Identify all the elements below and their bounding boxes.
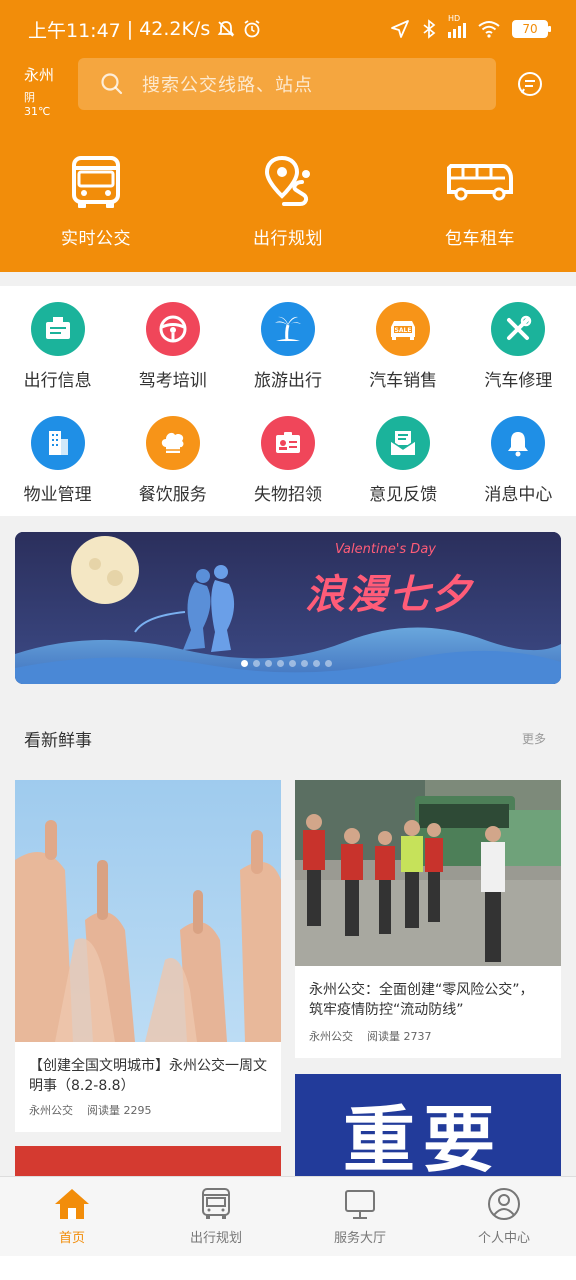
- car-sale-icon: SALE: [376, 302, 431, 356]
- news-card[interactable]: [15, 1146, 281, 1176]
- service-grid: 出行信息 驾考培训 旅游出行 SALE 汽车销售 汽车修理 物业管理 餐饮服务: [0, 286, 576, 516]
- news-title: 永州公交：全面创建“零风险公交”，筑牢疫情防控“流动防线”: [309, 982, 534, 1018]
- route-pin-icon: [264, 155, 310, 206]
- bus-front-icon: [202, 1188, 230, 1219]
- service-tourism[interactable]: 旅游出行: [230, 302, 345, 416]
- news-read-count: 阅读量 2295: [87, 1104, 152, 1117]
- user-icon: [488, 1188, 520, 1220]
- wifi-icon: [478, 21, 500, 38]
- pagination-dot[interactable]: [301, 660, 308, 667]
- city-name: 永州: [24, 66, 55, 84]
- nav-label: 个人中心: [477, 1231, 530, 1246]
- battery-indicator: 70: [512, 20, 551, 38]
- service-car-repair[interactable]: 汽车修理: [461, 302, 576, 416]
- city-weather[interactable]: 永州 阴 31℃: [24, 64, 64, 118]
- bus-icon: [72, 156, 120, 208]
- service-label: 旅游出行: [253, 371, 322, 391]
- bell-icon: [491, 416, 546, 470]
- info-board-icon: [30, 302, 85, 356]
- status-bar: 上午11:47 | 42.2K/s HD 70: [28, 12, 551, 46]
- service-lost-and-found[interactable]: 失物招领: [230, 416, 345, 530]
- chef-hat-icon: [145, 416, 200, 470]
- pagination-dot[interactable]: [253, 660, 260, 667]
- nav-tab-service-hall[interactable]: 服务大厅: [288, 1177, 432, 1256]
- news-more-link[interactable]: 更多: [522, 730, 546, 747]
- building-icon: [30, 416, 85, 470]
- svg-text:SALE: SALE: [395, 327, 412, 334]
- quick-action-realtime-bus[interactable]: 实时公交: [0, 152, 192, 249]
- service-label: 意见反馈: [369, 485, 438, 505]
- feedback-mail-icon: [376, 416, 431, 470]
- service-label: 物业管理: [23, 485, 92, 505]
- pagination-dot[interactable]: [289, 660, 296, 667]
- status-time: 上午11:47: [28, 19, 121, 42]
- quick-action-label: 实时公交: [61, 229, 131, 249]
- service-catering[interactable]: 餐饮服务: [115, 416, 230, 530]
- service-label: 消息中心: [484, 485, 553, 505]
- palm-tree-icon: [260, 302, 315, 356]
- service-travel-info[interactable]: 出行信息: [0, 302, 115, 416]
- coach-icon: [447, 164, 513, 201]
- nav-label: 出行规划: [189, 1231, 242, 1246]
- alarm-icon: [244, 20, 260, 38]
- banner-pagination: [241, 660, 332, 667]
- bell-muted-icon: [217, 21, 235, 37]
- news-card[interactable]: 【创建全国文明城市】永州公交一周文明事（8.2-8.8） 永州公交 阅读量 22…: [15, 780, 281, 1132]
- location-arrow-icon: [391, 20, 409, 38]
- news-card[interactable]: 重要: [295, 1074, 561, 1176]
- news-card[interactable]: 永州公交：全面创建“零风险公交”，筑牢疫情防控“流动防线” 永州公交 阅读量 2…: [295, 780, 561, 1058]
- steering-wheel-icon: [145, 302, 200, 356]
- bottom-nav: 首页 出行规划 服务大厅 个人中心: [0, 1176, 576, 1256]
- news-section-title: 看新鲜事: [24, 731, 92, 751]
- quick-action-charter[interactable]: 包车租车: [384, 152, 576, 249]
- pagination-dot[interactable]: [277, 660, 284, 667]
- quick-action-label: 出行规划: [253, 229, 323, 249]
- system-gesture-bar: [0, 1256, 576, 1280]
- search-input[interactable]: 搜索公交线路、站点: [78, 58, 496, 110]
- repair-tools-icon: [491, 302, 546, 356]
- service-label: 汽车销售: [369, 371, 438, 391]
- status-net-speed: 42.2K/s: [139, 18, 211, 40]
- service-label: 失物招领: [253, 485, 322, 505]
- news-source: 永州公交: [309, 1030, 353, 1043]
- nav-tab-profile[interactable]: 个人中心: [432, 1177, 576, 1256]
- quick-action-label: 包车租车: [445, 229, 515, 249]
- news-image-thumbs-up: [15, 780, 281, 1042]
- news-title: 【创建全国文明城市】永州公交一周文明事（8.2-8.8）: [29, 1058, 267, 1094]
- quick-action-trip-planning[interactable]: 出行规划: [192, 152, 384, 249]
- news-read-count: 阅读量 2737: [367, 1030, 432, 1043]
- pagination-dot[interactable]: [265, 660, 272, 667]
- search-icon: [101, 73, 123, 95]
- nav-tab-home[interactable]: 首页: [0, 1177, 144, 1256]
- banner-title-cn: 浪漫七夕: [305, 571, 473, 618]
- pagination-dot[interactable]: [325, 660, 332, 667]
- header: 上午11:47 | 42.2K/s HD 70 永州 阴 31℃ 搜索公交线路、…: [0, 0, 576, 272]
- pagination-dot[interactable]: [313, 660, 320, 667]
- weather-text: 阴 31℃: [24, 91, 51, 118]
- id-card-icon: [260, 416, 315, 470]
- news-source: 永州公交: [29, 1104, 73, 1117]
- service-car-sales[interactable]: SALE 汽车销售: [346, 302, 461, 416]
- message-icon[interactable]: [516, 70, 544, 98]
- news-image-bus-staff: [295, 780, 561, 966]
- service-label: 餐饮服务: [138, 485, 207, 505]
- signal-icon: HD: [448, 14, 466, 38]
- home-icon: [55, 1189, 89, 1219]
- service-feedback[interactable]: 意见反馈: [346, 416, 461, 530]
- service-label: 驾考培训: [138, 371, 207, 391]
- bluetooth-icon: [423, 19, 436, 39]
- service-message-center[interactable]: 消息中心: [461, 416, 576, 530]
- service-label: 汽车修理: [484, 371, 553, 391]
- pagination-dot[interactable]: [241, 660, 248, 667]
- banner-title-en: Valentine's Day: [335, 542, 436, 557]
- monitor-icon: [345, 1190, 375, 1219]
- nav-tab-trip-planning[interactable]: 出行规划: [144, 1177, 288, 1256]
- service-property-management[interactable]: 物业管理: [0, 416, 115, 530]
- service-driving-training[interactable]: 驾考培训: [115, 302, 230, 416]
- nav-label: 首页: [58, 1231, 85, 1246]
- service-label: 出行信息: [23, 371, 92, 391]
- search-placeholder: 搜索公交线路、站点: [142, 75, 313, 96]
- nav-label: 服务大厅: [333, 1231, 386, 1246]
- news-card-headline: 重要: [343, 1097, 504, 1177]
